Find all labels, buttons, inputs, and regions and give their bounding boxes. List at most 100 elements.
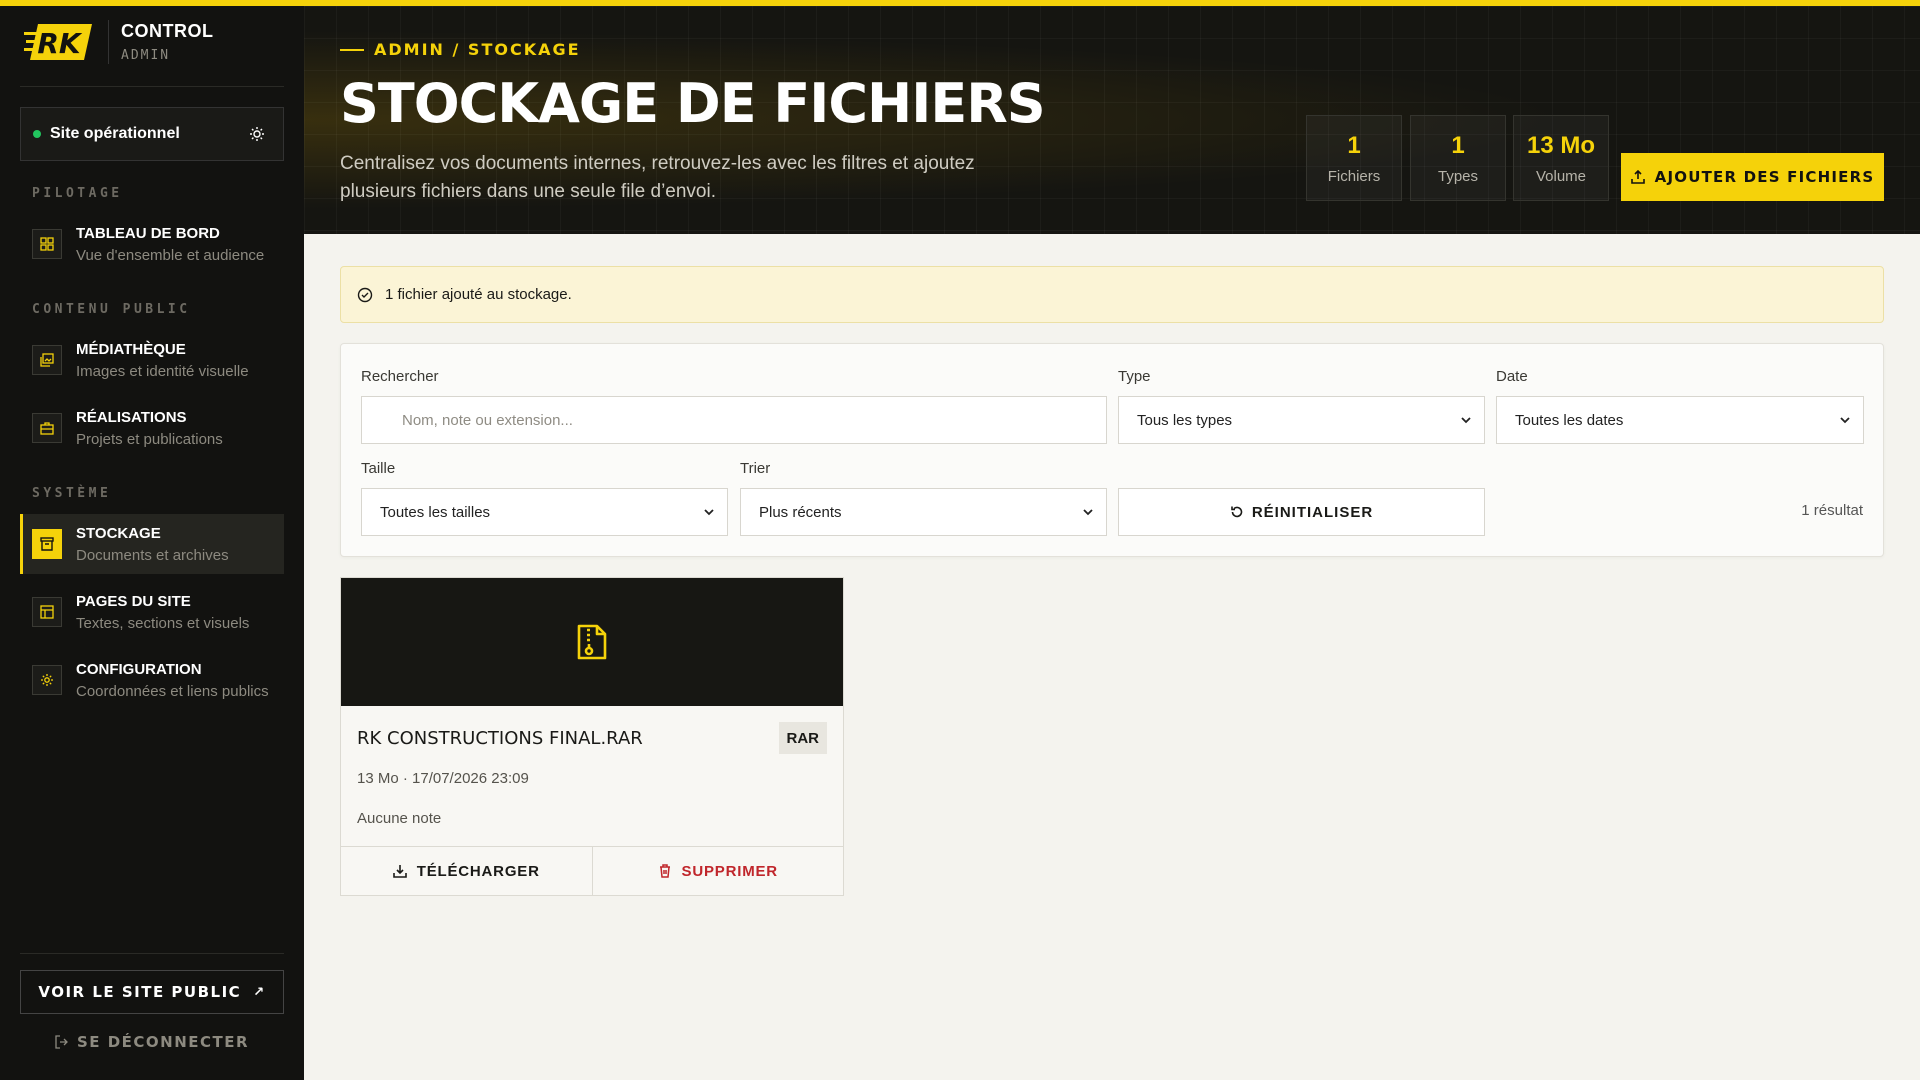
download-label: TÉLÉCHARGER xyxy=(416,862,540,880)
size-label: Taille xyxy=(361,460,396,477)
stat-volume: 13 Mo Volume xyxy=(1513,115,1609,201)
status-box: Site opérationnel xyxy=(20,107,284,161)
notice-text: 1 fichier ajouté au stockage. xyxy=(385,286,572,303)
file-ext-badge: RAR xyxy=(778,722,827,754)
search-label: Rechercher xyxy=(361,368,439,385)
section-label-systeme: SYSTÈME xyxy=(32,486,112,501)
brand-title: CONTROL xyxy=(121,21,214,41)
view-public-site-button[interactable]: VOIR LE SITE PUBLIC ↗ xyxy=(20,970,284,1014)
chevron-down-icon xyxy=(1460,414,1472,426)
filters-panel: Rechercher Nom, note ou extension... Typ… xyxy=(340,343,1884,557)
sidebar-item-pages-du-site[interactable]: PAGES DU SITE Textes, sections et visuel… xyxy=(20,582,284,642)
stat-types: 1 Types xyxy=(1410,115,1506,201)
stat-label: Types xyxy=(1437,167,1479,185)
sidebar-item-tableau-de-bord[interactable]: TABLEAU DE BORD Vue d'ensemble et audien… xyxy=(20,214,284,274)
delete-button[interactable]: SUPPRIMER xyxy=(592,847,844,896)
images-icon xyxy=(32,345,62,375)
status-dot xyxy=(33,130,41,138)
sidebar-item-configuration[interactable]: CONFIGURATION Coordonnées et liens publi… xyxy=(20,650,284,710)
section-label-contenu-public: CONTENU PUBLIC xyxy=(32,302,191,317)
check-circle-icon xyxy=(357,287,373,303)
delete-label: SUPPRIMER xyxy=(681,862,778,880)
grid-icon xyxy=(32,229,62,259)
view-public-site-label: VOIR LE SITE PUBLIC xyxy=(38,983,242,1001)
file-actions: TÉLÉCHARGER SUPPRIMER xyxy=(340,846,844,896)
reset-filters-button[interactable]: RÉINITIALISER xyxy=(1118,488,1485,536)
sidebar-divider xyxy=(20,86,284,87)
stat-value: 1 xyxy=(1347,131,1361,159)
search-input[interactable]: Nom, note ou extension... xyxy=(361,396,1107,444)
stat-value: 1 xyxy=(1451,131,1465,159)
date-select[interactable]: Toutes les dates xyxy=(1496,396,1864,444)
size-select-value: Toutes les tailles xyxy=(380,503,491,521)
stat-label: Fichiers xyxy=(1327,167,1381,185)
sort-label: Trier xyxy=(740,460,771,477)
nav-title: TABLEAU DE BORD xyxy=(76,224,220,242)
stat-value: 13 Mo xyxy=(1526,131,1595,159)
trash-icon xyxy=(658,864,672,878)
external-link-icon: ↗ xyxy=(253,984,266,1000)
download-icon xyxy=(392,864,407,878)
nav-title: STOCKAGE xyxy=(76,524,161,542)
result-count: 1 résultat xyxy=(1801,502,1863,519)
stat-label: Volume xyxy=(1535,167,1587,185)
breadcrumb-dash xyxy=(340,48,364,51)
nav-title: CONFIGURATION xyxy=(76,660,202,678)
add-files-label: AJOUTER DES FICHIERS xyxy=(1654,168,1875,186)
breadcrumb: ADMIN / STOCKAGE xyxy=(340,40,581,59)
date-select-value: Toutes les dates xyxy=(1515,411,1624,429)
refresh-icon xyxy=(1230,505,1244,519)
date-label: Date xyxy=(1496,368,1528,385)
sidebar: RK CONTROL ADMIN Site opérationnel PILOT… xyxy=(0,0,304,1080)
nav-title: PAGES DU SITE xyxy=(76,592,191,610)
brand-subtitle: ADMIN xyxy=(121,48,171,63)
sidebar-item-stockage[interactable]: STOCKAGE Documents et archives xyxy=(20,514,284,574)
file-name: RK CONSTRUCTIONS FINAL.RAR xyxy=(357,728,643,749)
upload-icon xyxy=(1630,170,1645,184)
logout-button[interactable]: SE DÉCONNECTER xyxy=(20,1028,284,1056)
file-card: RK CONSTRUCTIONS FINAL.RAR RAR 13 Mo · 1… xyxy=(340,577,844,896)
reset-label: RÉINITIALISER xyxy=(1251,503,1374,521)
briefcase-icon xyxy=(32,413,62,443)
sort-select[interactable]: Plus récents xyxy=(740,488,1107,536)
size-select[interactable]: Toutes les tailles xyxy=(361,488,728,536)
type-select[interactable]: Tous les types xyxy=(1118,396,1485,444)
chevron-down-icon xyxy=(1839,414,1851,426)
breadcrumb-text: ADMIN / STOCKAGE xyxy=(374,40,581,59)
file-archive-icon xyxy=(575,622,609,662)
nav-subtitle: Projets et publications xyxy=(76,430,223,448)
layout-icon xyxy=(32,597,62,627)
type-label: Type xyxy=(1118,368,1151,385)
search-placeholder: Nom, note ou extension... xyxy=(402,411,573,429)
sidebar-item-mediatheque[interactable]: MÉDIATHÈQUE Images et identité visuelle xyxy=(20,330,284,390)
status-text: Site opérationnel xyxy=(50,125,180,142)
chevron-down-icon xyxy=(1082,506,1094,518)
page-header: ADMIN / STOCKAGE STOCKAGE DE FICHIERS Ce… xyxy=(304,6,1920,234)
logout-label: SE DÉCONNECTER xyxy=(76,1033,250,1051)
chevron-down-icon xyxy=(703,506,715,518)
page-title: STOCKAGE DE FICHIERS xyxy=(340,72,1046,135)
brand[interactable]: RK CONTROL ADMIN xyxy=(24,20,214,64)
file-thumbnail[interactable] xyxy=(341,578,843,706)
brand-separator xyxy=(108,20,109,64)
add-files-button[interactable]: AJOUTER DES FICHIERS xyxy=(1621,153,1884,201)
nav-subtitle: Vue d'ensemble et audience xyxy=(76,246,265,264)
nav-subtitle: Documents et archives xyxy=(76,546,229,564)
nav-title: MÉDIATHÈQUE xyxy=(76,340,186,358)
settings-icon xyxy=(32,665,62,695)
archive-icon xyxy=(32,529,62,559)
sidebar-item-realisations[interactable]: RÉALISATIONS Projets et publications xyxy=(20,398,284,458)
nav-title: RÉALISATIONS xyxy=(76,408,187,426)
nav-subtitle: Coordonnées et liens publics xyxy=(76,682,269,700)
type-select-value: Tous les types xyxy=(1137,411,1233,429)
section-label-pilotage: PILOTAGE xyxy=(32,186,123,201)
svg-text:RK: RK xyxy=(37,27,83,60)
download-button[interactable]: TÉLÉCHARGER xyxy=(340,847,593,896)
brand-logo: RK xyxy=(24,20,92,64)
file-meta: 13 Mo · 17/07/2026 23:09 xyxy=(357,770,529,787)
stat-files: 1 Fichiers xyxy=(1306,115,1402,201)
sidebar-divider xyxy=(20,953,284,954)
file-note: Aucune note xyxy=(357,810,442,827)
sun-icon[interactable] xyxy=(247,124,267,144)
page-description: Centralisez vos documents internes, retr… xyxy=(340,153,975,202)
